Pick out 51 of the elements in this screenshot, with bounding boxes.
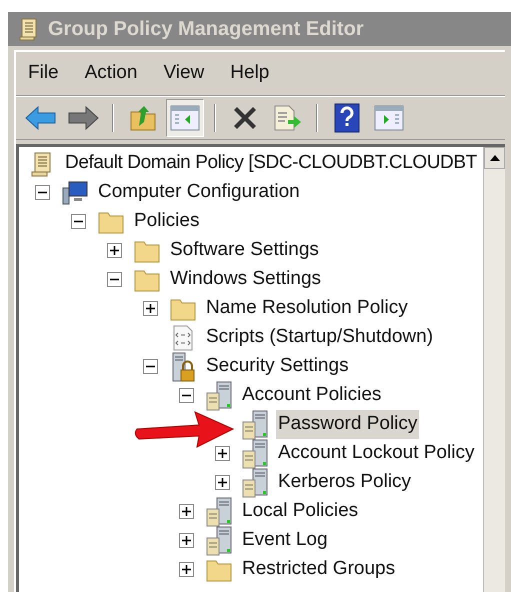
tree-item[interactable]: Account Lockout Policy	[276, 439, 476, 468]
folder-up-icon	[129, 104, 157, 132]
tree-item[interactable]: Default Domain Policy [SDC-CLOUDBT.CLOUDBT	[63, 149, 479, 178]
scroll-up-button[interactable]	[484, 147, 505, 169]
tree-item[interactable]: Name Resolution Policy	[204, 294, 410, 323]
server-icon	[241, 410, 269, 440]
expand-toggle[interactable]	[215, 475, 230, 490]
window-title: Group Policy Management Editor	[48, 17, 364, 42]
collapse-toggle[interactable]	[179, 388, 194, 403]
scrollbar[interactable]	[483, 147, 505, 592]
expand-toggle[interactable]	[107, 243, 122, 258]
action-pane-icon	[374, 105, 404, 131]
tree-item[interactable]: Software Settings	[168, 236, 321, 265]
tree-item[interactable]: Security Settings	[204, 352, 351, 381]
server-icon	[205, 380, 233, 410]
menu-item[interactable]: Help	[224, 59, 276, 88]
server-lock-icon	[170, 352, 196, 382]
menu-item[interactable]: Action	[78, 59, 144, 88]
tree-item[interactable]: Password Policy	[276, 410, 420, 439]
tree-item[interactable]: Kerberos Policy	[276, 468, 414, 497]
expand-toggle[interactable]	[179, 504, 194, 519]
export-list-icon	[272, 104, 302, 132]
tree-item[interactable]: Local Policies	[240, 497, 360, 526]
expand-toggle[interactable]	[179, 562, 194, 577]
computer-icon	[61, 180, 89, 206]
tree-item[interactable]: Scripts (Startup/Shutdown)	[204, 323, 436, 352]
tree-item[interactable]: Account Policies	[240, 381, 384, 410]
server-icon	[241, 438, 269, 468]
server-icon	[241, 468, 269, 498]
up-arrow-icon	[490, 155, 500, 161]
tree-item[interactable]: Event Log	[240, 526, 330, 555]
tree-item[interactable]: Windows Settings	[168, 265, 324, 294]
menu-item[interactable]: View	[157, 59, 210, 88]
tree-item[interactable]: Computer Configuration	[96, 178, 302, 207]
forward-arrow-icon	[67, 105, 99, 131]
expand-toggle[interactable]	[179, 533, 194, 548]
tree-item[interactable]: Policies	[132, 207, 202, 236]
server-icon	[205, 526, 233, 556]
collapse-toggle[interactable]	[143, 359, 158, 374]
server-icon	[205, 496, 233, 526]
expand-toggle[interactable]	[215, 446, 230, 461]
script-document-icon	[171, 324, 195, 352]
tree-item[interactable]: Restricted Groups	[240, 555, 398, 584]
collapse-toggle[interactable]	[35, 185, 50, 200]
menu-item[interactable]: File	[22, 59, 65, 88]
expand-toggle[interactable]	[143, 301, 158, 316]
back-arrow-icon	[25, 105, 57, 131]
collapse-toggle[interactable]	[107, 272, 122, 287]
help-icon	[334, 103, 360, 133]
collapse-toggle[interactable]	[71, 214, 86, 229]
console-tree-icon	[170, 105, 200, 131]
